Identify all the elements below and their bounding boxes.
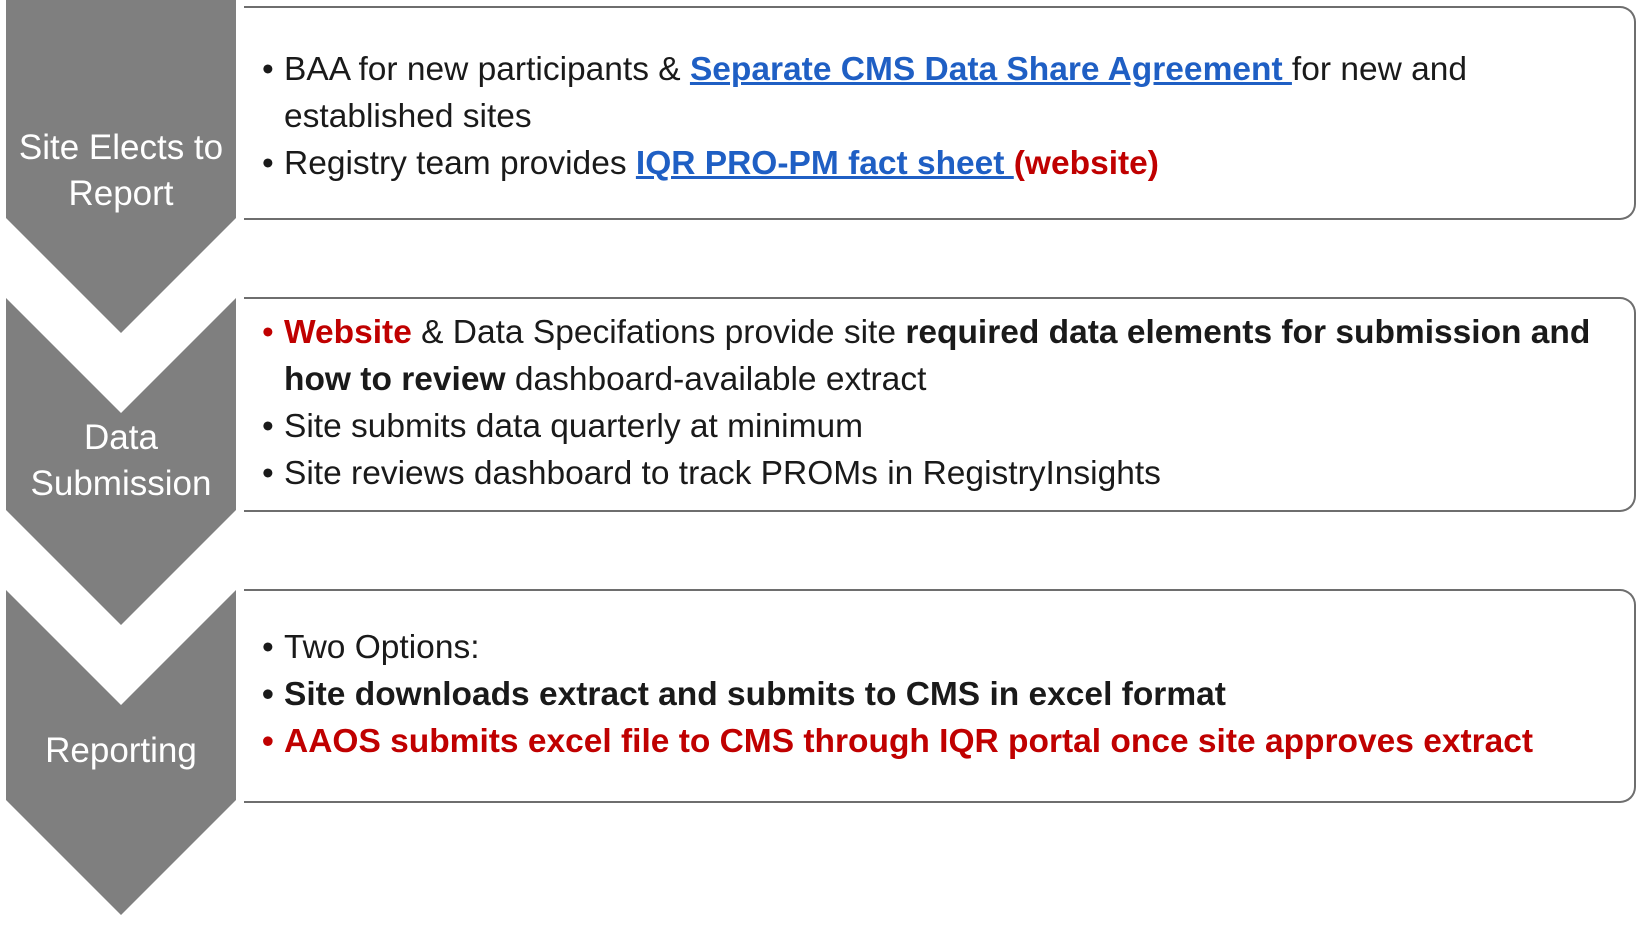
bullet-text: AAOS submits excel file to CMS through I… [284,723,1534,760]
bullet-dot: • [262,723,274,760]
bullet-dot: • [262,51,274,88]
step-label-site-elects: Site Elects to Report [8,125,234,217]
bullet-dot: • [262,314,274,351]
bullet-dot: • [262,145,274,182]
bullet-dot: • [262,455,274,492]
step-label-line: Site Elects to [18,128,224,167]
bullet-list: • BAA for new participants & Separate CM… [262,46,1614,187]
bullet-item: • Two Options: [262,624,1614,671]
panel-data-submission: • Website & Data Specifations provide si… [244,297,1636,512]
bullet-item: • BAA for new participants & Separate CM… [262,46,1614,140]
step-label-data-submission: Data Submission [8,415,234,507]
step-label-line: Submission [30,464,212,503]
bullet-text: Registry team provides [284,145,636,182]
bullet-text: & Data Specifations provide site [411,314,906,351]
bullet-item: • AAOS submits excel file to CMS through… [262,718,1614,765]
step-label-line: Report [68,174,174,213]
website-note: (website) [1013,145,1159,182]
bullet-dot: • [262,629,274,666]
step-label-line: Reporting [45,731,197,770]
bullet-item: • Site downloads extract and submits to … [262,671,1614,718]
website-label: Website [284,314,412,351]
bullet-text: Site reviews dashboard to track PROMs in… [284,455,1161,492]
bullet-dot: • [262,676,274,713]
step-label-reporting: Reporting [8,728,234,774]
bullet-list: • Website & Data Specifations provide si… [262,309,1614,497]
bullet-dot: • [262,408,274,445]
iqr-pro-pm-fact-sheet-link[interactable]: IQR PRO-PM fact sheet [636,145,1014,182]
bullet-list: • Two Options: • Site downloads extract … [262,624,1614,765]
bullet-item: • Site submits data quarterly at minimum [262,403,1614,450]
bullet-item: • Site reviews dashboard to track PROMs … [262,450,1614,497]
bullet-item: • Website & Data Specifations provide si… [262,309,1614,403]
panel-site-elects: • BAA for new participants & Separate CM… [244,6,1636,220]
bullet-item: • Registry team provides IQR PRO-PM fact… [262,140,1614,187]
bullet-text: Two Options: [284,629,480,666]
bullet-text: Site downloads extract and submits to CM… [284,676,1226,713]
step-label-line: Data [84,418,158,457]
bullet-text: Site submits data quarterly at minimum [284,408,864,445]
bullet-text: dashboard-available extract [505,361,927,398]
cms-data-share-agreement-link[interactable]: Separate CMS Data Share Agreement [690,51,1292,88]
bullet-text: BAA for new participants & [284,51,690,88]
panel-reporting: • Two Options: • Site downloads extract … [244,589,1636,803]
